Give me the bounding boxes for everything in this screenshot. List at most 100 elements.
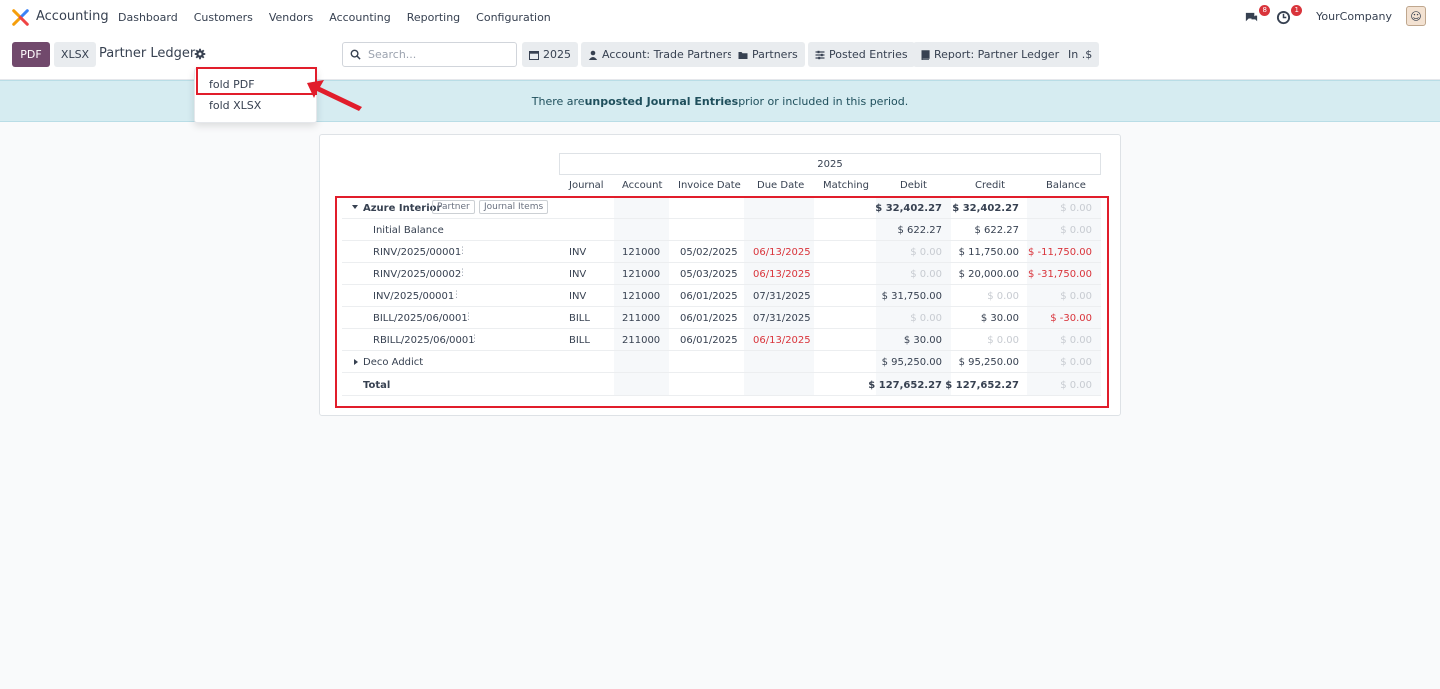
accounting-app-icon[interactable]	[12, 9, 29, 26]
filter-currency-label: In .$	[1068, 48, 1093, 61]
xlsx-button[interactable]: XLSX	[54, 42, 96, 67]
journal-cell: BILL	[569, 313, 590, 324]
due-date-cell: 07/31/2025	[753, 313, 811, 324]
gear-dropdown-menu: fold PDF fold XLSX	[194, 68, 317, 123]
table-row[interactable]: RINV/2025/00001 ⋮ INV 121000 05/02/2025 …	[342, 241, 1101, 263]
banner-prefix: There are	[531, 94, 585, 108]
table-row[interactable]: RBILL/2025/06/0001 ⋮ BILL 211000 06/01/2…	[342, 329, 1101, 351]
kebab-icon[interactable]: ⋮	[458, 268, 467, 278]
table-row[interactable]: BILL/2025/06/0001 ⋮ BILL 211000 06/01/20…	[342, 307, 1101, 329]
book-icon	[921, 49, 930, 60]
credit-cell: $ 20,000.00	[958, 269, 1019, 280]
balance-cell: $ 0.00	[1060, 335, 1092, 346]
move-name[interactable]: RINV/2025/00002	[373, 269, 461, 280]
menu-accounting[interactable]: Accounting	[329, 11, 390, 24]
partner-balance: $ 0.00	[1060, 203, 1092, 214]
balance-cell: $ -11,750.00	[1027, 247, 1092, 258]
sliders-icon	[815, 50, 825, 59]
partner-row-azure[interactable]: Azure Interior Partner Journal Items $ 3…	[342, 197, 1101, 219]
debit-cell: $ 31,750.00	[881, 291, 942, 302]
invoice-date-cell: 05/03/2025	[680, 269, 738, 280]
due-date-cell: 07/31/2025	[753, 291, 811, 302]
journal-cell: INV	[569, 291, 587, 302]
clock-icon	[1277, 10, 1291, 25]
banner-link[interactable]: unposted Journal Entries	[585, 95, 739, 108]
invoice-date-cell: 06/01/2025	[680, 335, 738, 346]
caret-right-icon[interactable]	[354, 359, 358, 365]
move-name[interactable]: RBILL/2025/06/0001	[373, 335, 475, 346]
col-invoice-date[interactable]: Invoice Date	[678, 180, 741, 191]
user-icon	[588, 50, 598, 60]
partner2-credit: $ 95,250.00	[958, 357, 1019, 368]
total-credit: $ 127,652.27	[945, 380, 1019, 391]
kebab-icon[interactable]: ⋮	[458, 246, 467, 256]
move-name[interactable]: RINV/2025/00001	[373, 247, 461, 258]
navbar-right: 8 1 YourCompany ☺	[1244, 5, 1426, 26]
chat-button[interactable]: 8	[1244, 5, 1271, 25]
initial-balance-label: Initial Balance	[373, 225, 444, 236]
kebab-icon[interactable]: ⋮	[470, 334, 479, 344]
debit-cell: $ 30.00	[903, 335, 942, 346]
menu-vendors[interactable]: Vendors	[269, 11, 313, 24]
caret-down-icon[interactable]	[352, 205, 358, 209]
user-avatar[interactable]: ☺	[1406, 6, 1426, 26]
menu-configuration[interactable]: Configuration	[476, 11, 551, 24]
partner-tag[interactable]: Partner	[432, 200, 475, 214]
balance-cell: $ -30.00	[1050, 313, 1092, 324]
journal-cell: INV	[569, 269, 587, 280]
partner-debit: $ 32,402.27	[875, 203, 942, 214]
filter-posted-button[interactable]: Posted Entries	[808, 42, 915, 67]
col-debit[interactable]: Debit	[900, 180, 927, 191]
fold-xlsx-item[interactable]: fold XLSX	[209, 99, 261, 112]
filter-account-button[interactable]: Account: Trade Partners	[581, 42, 740, 67]
activity-button[interactable]: 1	[1276, 5, 1303, 25]
move-name[interactable]: BILL/2025/06/0001	[373, 313, 468, 324]
company-switcher[interactable]: YourCompany	[1316, 10, 1392, 23]
menu-dashboard[interactable]: Dashboard	[118, 11, 178, 24]
filter-currency-button[interactable]: In .$	[1061, 42, 1100, 67]
col-due-date[interactable]: Due Date	[757, 180, 804, 191]
move-name[interactable]: INV/2025/00001	[373, 291, 454, 302]
debit-cell: $ 0.00	[910, 269, 942, 280]
account-cell: 121000	[622, 247, 661, 258]
col-matching[interactable]: Matching	[823, 180, 869, 191]
total-label: Total	[363, 380, 391, 391]
partner-name[interactable]: Azure Interior	[363, 203, 441, 214]
partner2-name[interactable]: Deco Addict	[363, 357, 423, 368]
filter-report-button[interactable]: Report: Partner Ledger	[913, 42, 1067, 67]
menu-reporting[interactable]: Reporting	[407, 11, 460, 24]
kebab-icon[interactable]: ⋮	[464, 312, 473, 322]
debit-cell: $ 0.00	[910, 247, 942, 258]
annotation-arrow-icon	[307, 80, 362, 111]
table-row[interactable]: INV/2025/00001 ⋮ INV 121000 06/01/2025 0…	[342, 285, 1101, 307]
top-navbar: Accounting Dashboard Customers Vendors A…	[0, 0, 1440, 36]
kebab-icon[interactable]: ⋮	[452, 290, 461, 300]
total-row: Total $ 127,652.27 $ 127,652.27 $ 0.00	[342, 374, 1101, 396]
partner-row-deco[interactable]: Deco Addict $ 95,250.00 $ 95,250.00 $ 0.…	[342, 351, 1101, 373]
credit-cell: $ 0.00	[987, 291, 1019, 302]
search-input[interactable]	[368, 48, 508, 61]
credit-cell: $ 30.00	[980, 313, 1019, 324]
filter-partners-button[interactable]: Partners	[731, 42, 805, 67]
period-header: 2025	[559, 153, 1101, 175]
filter-date-button[interactable]: 2025	[522, 42, 578, 67]
gear-icon[interactable]	[194, 48, 206, 60]
main-menu: Dashboard Customers Vendors Accounting R…	[118, 11, 567, 24]
search-box[interactable]	[342, 42, 517, 67]
table-row[interactable]: RINV/2025/00002 ⋮ INV 121000 05/03/2025 …	[342, 263, 1101, 285]
app-name[interactable]: Accounting	[36, 9, 109, 24]
debit-cell: $ 0.00	[910, 313, 942, 324]
filter-date-label: 2025	[543, 48, 571, 61]
pdf-button[interactable]: PDF	[12, 42, 50, 67]
col-journal[interactable]: Journal	[569, 180, 604, 191]
col-balance[interactable]: Balance	[1046, 180, 1086, 191]
partner2-debit: $ 95,250.00	[881, 357, 942, 368]
menu-customers[interactable]: Customers	[194, 11, 253, 24]
journal-cell: INV	[569, 247, 587, 258]
journal-items-tag[interactable]: Journal Items	[479, 200, 549, 214]
fold-pdf-item[interactable]: fold PDF	[209, 78, 255, 91]
partner-credit: $ 32,402.27	[952, 203, 1019, 214]
col-account[interactable]: Account	[622, 180, 662, 191]
col-credit[interactable]: Credit	[975, 180, 1005, 191]
credit-cell: $ 11,750.00	[958, 247, 1019, 258]
